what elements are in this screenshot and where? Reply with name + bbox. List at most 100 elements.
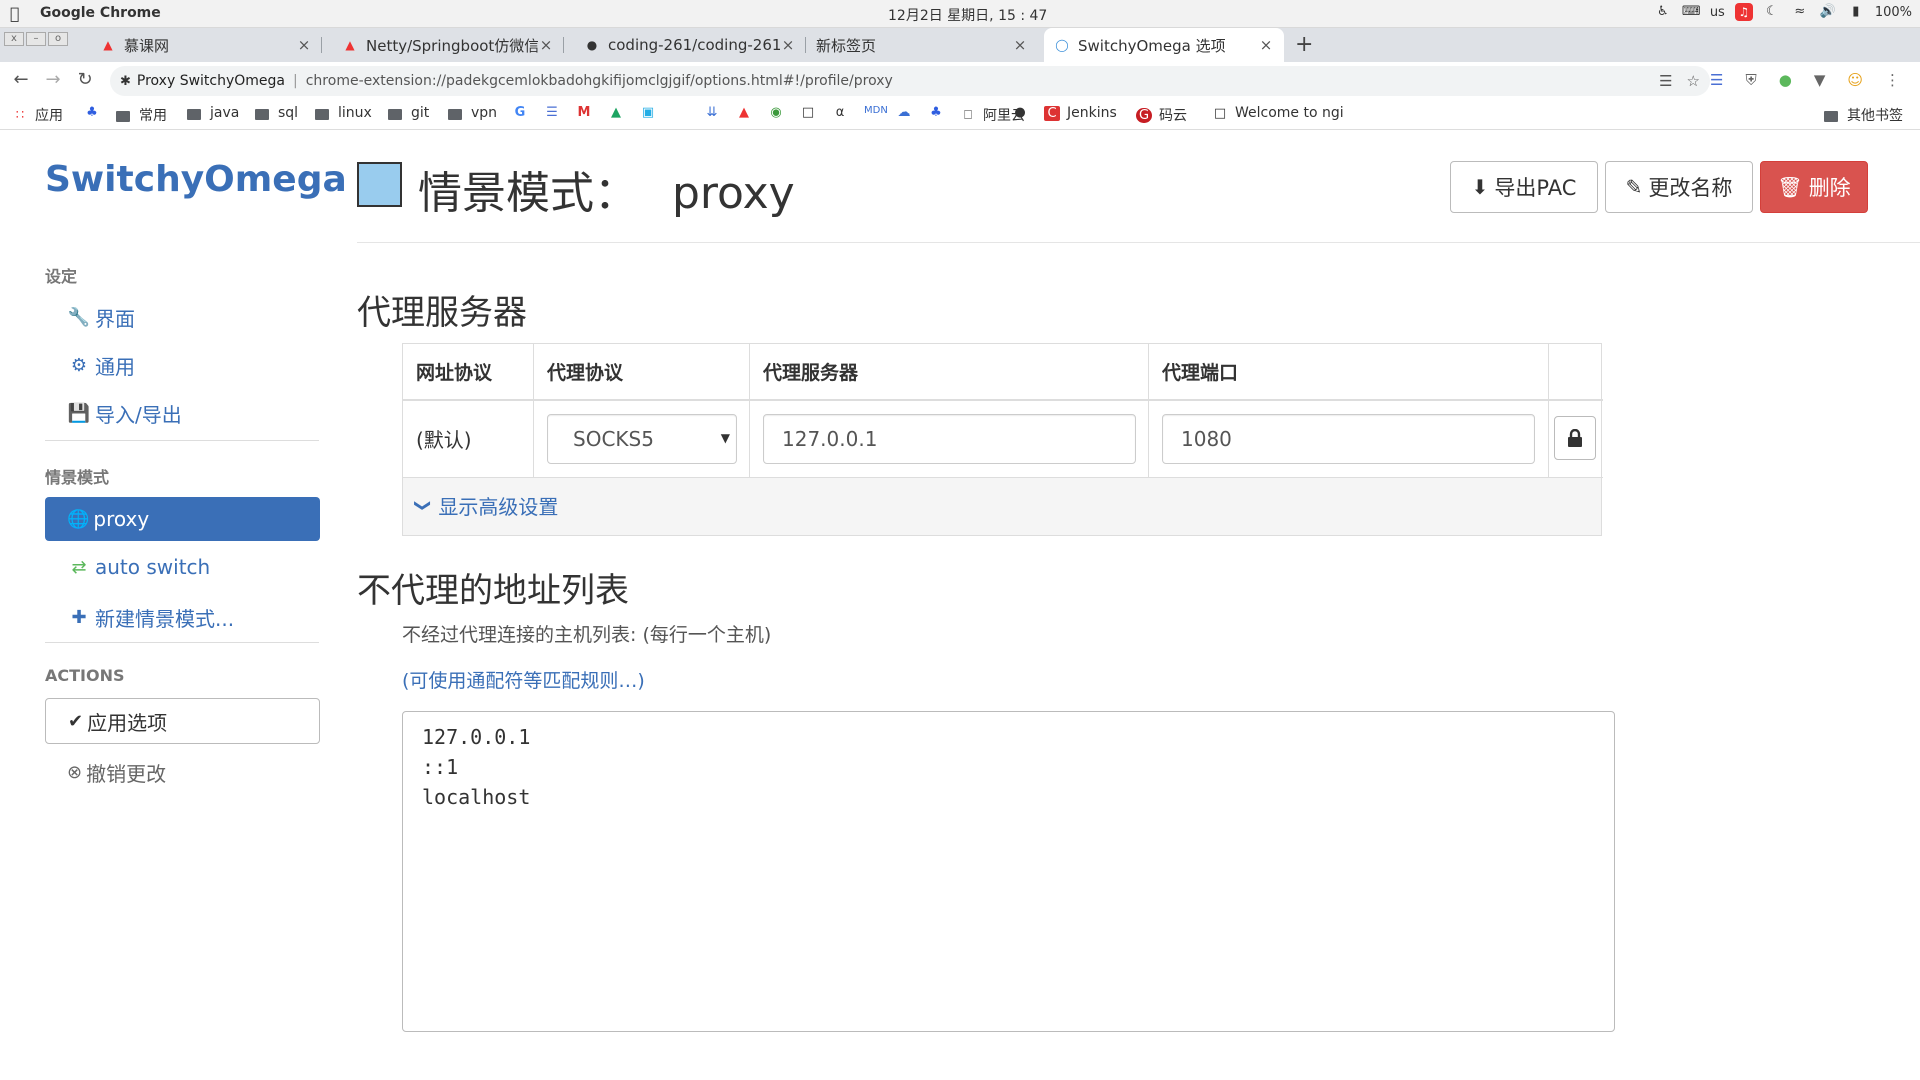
bookmark-label: java (210, 105, 240, 121)
menu-icon[interactable]: ⋮ (1885, 71, 1900, 89)
os-clock[interactable]: 12月2日 星期日, 15 : 47 (888, 5, 1047, 25)
accessibility-icon[interactable]: ♿ (1654, 3, 1672, 21)
back-icon[interactable]: ← (10, 69, 32, 90)
apple-icon[interactable]:  (10, 4, 20, 23)
close-window-icon[interactable]: x (4, 32, 24, 46)
rename-button[interactable]: ✎ 更改名称 (1605, 161, 1753, 213)
revert-changes-button[interactable]: ⊗ 撤销更改 (67, 758, 166, 787)
shield-extension-icon[interactable]: ⛨ (1745, 71, 1756, 89)
netease-music-icon[interactable]: ♫ (1734, 3, 1753, 21)
delete-button[interactable]: 🗑 删除 (1760, 161, 1868, 213)
translate-icon[interactable]: ☰ (1659, 72, 1672, 90)
bookmark-github[interactable]: ● (1012, 105, 1035, 120)
google-icon: G (514, 105, 526, 120)
bookmark-apps[interactable]: ∷ 应用 (12, 105, 63, 125)
bookmark-imooc[interactable]: ▲ (736, 105, 759, 120)
close-tab-icon[interactable]: × (538, 36, 554, 54)
sidebar-item-import-export[interactable]: 💾 导入/导出 (67, 399, 182, 428)
close-tab-icon[interactable]: × (1012, 36, 1028, 54)
bookmark-folder-linux[interactable]: linux (315, 105, 372, 121)
translate-icon: ☰ (546, 105, 558, 120)
bookmark-baidu[interactable]: ♣ (84, 105, 107, 120)
github-icon: ● (1014, 105, 1026, 120)
bookmark-star-icon[interactable]: ☆ (1687, 72, 1700, 90)
bookmark-bilibili[interactable]: ▣ (640, 105, 663, 120)
minimize-window-icon[interactable]: – (26, 32, 46, 46)
sidebar-item-auto-switch[interactable]: ⇄ auto switch (67, 555, 210, 579)
translate-extension-icon[interactable]: ☰ (1710, 71, 1723, 89)
keyboard-icon[interactable]: ⌨ (1682, 3, 1701, 21)
actions-heading: ACTIONS (45, 666, 125, 685)
volume-icon[interactable]: 🔊 (1819, 3, 1837, 21)
bookmark-folder-common[interactable]: 常用 (116, 105, 167, 125)
green-dot-extension-icon[interactable]: ● (1779, 71, 1792, 89)
bookmark-green[interactable]: ◉ (768, 105, 791, 120)
brand-title[interactable]: SwitchyOmega (45, 159, 347, 200)
omnibox-url[interactable]: chrome-extension://padekgcemlokbadohgkif… (306, 73, 893, 89)
close-tab-icon[interactable]: × (1258, 36, 1274, 54)
maximize-window-icon[interactable]: o (48, 32, 68, 46)
bookmark-arrows[interactable]: ⇊ (704, 105, 727, 120)
bookmark-google[interactable]: G (512, 105, 535, 120)
close-tab-icon[interactable]: × (780, 36, 796, 54)
sidebar-item-new-profile[interactable]: ✚ 新建情景模式... (67, 603, 234, 632)
gitee-icon: G (1136, 107, 1152, 123)
sidebar-item-proxy[interactable]: 🌐 proxy (45, 497, 320, 541)
sidebar-item-general[interactable]: ⚙ 通用 (67, 351, 135, 380)
bookmark-folder-git[interactable]: git (388, 105, 429, 121)
folder-icon (388, 108, 402, 120)
vue-extension-icon[interactable]: ▼ (1814, 71, 1826, 89)
battery-icon[interactable]: ▮ (1847, 3, 1865, 21)
proxy-server-input[interactable]: 127.0.0.1 (763, 414, 1136, 464)
bookmark-drive[interactable]: ▲ (608, 105, 631, 120)
bypass-list-textarea[interactable]: 127.0.0.1 ::1 localhost (402, 711, 1615, 1032)
export-pac-button[interactable]: ⬇ 导出PAC (1450, 161, 1598, 213)
forward-icon[interactable]: → (42, 69, 64, 90)
wifi-icon[interactable]: ≈ (1791, 3, 1809, 21)
bookmark-folder-java[interactable]: java (187, 105, 239, 121)
bookmark-cloud[interactable]: ☁ (896, 105, 919, 120)
emoji-extension-icon[interactable]: ☺ (1847, 71, 1863, 89)
bookmark-gmail[interactable]: M (576, 105, 599, 120)
bookmark-mdn[interactable]: MDN (864, 105, 888, 116)
imooc-icon: ▲ (739, 105, 749, 120)
show-advanced-link[interactable]: ❯ 显示高级设置 (414, 491, 558, 520)
extension-icons: ☰ ⛨ ● ▼ ☺ ⋮ (1710, 71, 1900, 89)
bookmark-paw[interactable]: ♣ (928, 105, 951, 120)
night-mode-icon[interactable]: ☾ (1763, 3, 1781, 21)
tab-imooc[interactable]: ▲ 慕课网 × (90, 28, 322, 62)
tab-new-tab[interactable]: 新标签页 × (806, 28, 1038, 62)
bookmark-a[interactable]: α (832, 105, 855, 120)
tab-coding-261[interactable]: ● coding-261/coding-261: J × (574, 28, 806, 62)
wildcard-rules-link[interactable]: (可使用通配符等匹配规则…) (402, 666, 645, 693)
close-tab-icon[interactable]: × (296, 36, 312, 54)
tab-title: SwitchyOmega 选项 (1078, 36, 1226, 55)
address-bar[interactable]: ✱ Proxy SwitchyOmega | chrome-extension:… (110, 66, 1710, 96)
bookmark-page[interactable]: □ (800, 105, 823, 120)
bookmark-folder-vpn[interactable]: vpn (448, 105, 497, 121)
tab-switchyomega[interactable]: ◯ SwitchyOmega 选项 × (1044, 28, 1284, 62)
bookmark-folder-sql[interactable]: sql (255, 105, 298, 121)
proxy-port-input[interactable]: 1080 (1162, 414, 1535, 464)
column-divider (533, 344, 534, 478)
profile-color-swatch[interactable] (357, 162, 402, 207)
bookmark-welcome-nginx[interactable]: □ Welcome to ngi (1212, 105, 1344, 121)
bookmark-mayun[interactable]: G 码云 (1136, 105, 1187, 125)
bookmark-other[interactable]: 其他书签 (1824, 105, 1903, 125)
reload-icon[interactable]: ↻ (74, 69, 96, 90)
auth-lock-button[interactable] (1554, 416, 1596, 460)
bookmark-label: 码云 (1159, 108, 1187, 124)
button-label: 更改名称 (1648, 176, 1733, 200)
tab-netty[interactable]: ▲ Netty/Springboot仿微信 × (332, 28, 564, 62)
bookmark-translate[interactable]: ☰ (544, 105, 567, 120)
proxy-protocol-select[interactable]: SOCKS5 ▼ (547, 414, 737, 464)
bookmark-jenkins[interactable]: C Jenkins (1044, 105, 1117, 121)
sidebar-item-label: auto switch (95, 555, 211, 579)
new-tab-button[interactable]: + (1295, 32, 1313, 57)
apply-options-button[interactable]: ✔ 应用选项 (45, 698, 320, 744)
apps-grid-icon: ∷ (15, 107, 25, 123)
keyboard-layout[interactable]: us (1710, 5, 1725, 20)
sidebar-item-ui[interactable]: 🔧 界面 (67, 303, 135, 332)
default-scheme-label: (默认) (416, 428, 472, 452)
sidebar-item-label: 导入/导出 (95, 403, 182, 427)
